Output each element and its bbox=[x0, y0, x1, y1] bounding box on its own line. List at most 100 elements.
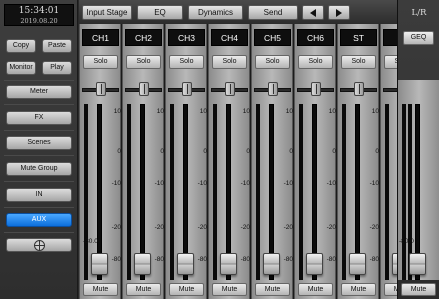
solo-button[interactable]: Solo bbox=[298, 55, 333, 69]
level-meter bbox=[84, 104, 88, 280]
solo-button[interactable]: Solo bbox=[83, 55, 118, 69]
scale-label: 10 bbox=[285, 108, 293, 115]
scale-label: 0 bbox=[375, 148, 379, 155]
master-meter-l bbox=[402, 104, 406, 280]
level-meter bbox=[213, 104, 217, 280]
mute-button[interactable]: Mute bbox=[384, 283, 397, 296]
scale-label: -80 bbox=[197, 256, 207, 263]
tab-eq[interactable]: EQ bbox=[137, 5, 183, 20]
pan-knob[interactable] bbox=[311, 82, 321, 96]
scale-label: -20 bbox=[326, 224, 336, 231]
clock-display: 15:34:01 2019.08.20 bbox=[4, 4, 74, 26]
mute-button[interactable]: Mute bbox=[255, 283, 290, 296]
scale-label: -80 bbox=[111, 256, 121, 263]
scale-label: 10 bbox=[156, 108, 164, 115]
mute-button[interactable]: Mute bbox=[341, 283, 376, 296]
next-button[interactable] bbox=[328, 5, 350, 20]
channel-name[interactable]: P bbox=[383, 29, 397, 46]
solo-button[interactable]: Solo bbox=[255, 55, 290, 69]
mute-button[interactable]: Mute bbox=[212, 283, 247, 296]
scale-label: -20 bbox=[154, 224, 164, 231]
pan-track[interactable] bbox=[383, 88, 397, 92]
channel-strip: CH1 Solo 10 0 -10 -20 -80 -80.0 Mute bbox=[79, 24, 121, 299]
scale-label: 0 bbox=[117, 148, 121, 155]
channel-name[interactable]: ST bbox=[340, 29, 377, 46]
pan-knob[interactable] bbox=[225, 82, 235, 96]
scale-label: -80 bbox=[326, 256, 336, 263]
scale-label: -20 bbox=[111, 224, 121, 231]
mute-button[interactable]: Mute bbox=[169, 283, 204, 296]
fader-cap[interactable] bbox=[306, 253, 323, 276]
channel-strip: CH2 Solo 10 0 -10 -20 -80 Mute bbox=[122, 24, 164, 299]
scenes-button[interactable]: Scenes bbox=[6, 136, 72, 150]
channel-strip: CH5 Solo 10 0 -10 -20 -80 Mute bbox=[251, 24, 293, 299]
scale-label: -10 bbox=[154, 180, 164, 187]
pan-knob[interactable] bbox=[354, 82, 364, 96]
divider bbox=[4, 130, 74, 131]
solo-button[interactable]: Solo bbox=[126, 55, 161, 69]
channel-name[interactable]: CH1 bbox=[82, 29, 119, 46]
master-fader-cap[interactable] bbox=[409, 253, 426, 276]
fader-cap[interactable] bbox=[177, 253, 194, 276]
fader-cap[interactable] bbox=[220, 253, 237, 276]
channel-strip: ST Solo 10 0 -10 -20 -80 Mute bbox=[337, 24, 379, 299]
channel-name[interactable]: CH6 bbox=[297, 29, 334, 46]
divider bbox=[4, 155, 74, 156]
fader-cap[interactable] bbox=[349, 253, 366, 276]
pan-knob[interactable] bbox=[182, 82, 192, 96]
solo-button[interactable]: Solo bbox=[169, 55, 204, 69]
master-name: L/R bbox=[411, 8, 427, 18]
divider bbox=[4, 80, 74, 81]
channel-name[interactable]: CH2 bbox=[125, 29, 162, 46]
scale-label: 0 bbox=[332, 148, 336, 155]
scale-label: 0 bbox=[289, 148, 293, 155]
fader-value: -80.0 bbox=[83, 238, 98, 245]
channel-name[interactable]: CH5 bbox=[254, 29, 291, 46]
fader-cap[interactable] bbox=[91, 253, 108, 276]
arrow-left-icon bbox=[310, 8, 316, 17]
tab-dynamics[interactable]: Dynamics bbox=[188, 5, 243, 20]
channel-name[interactable]: CH3 bbox=[168, 29, 205, 46]
solo-button[interactable]: Solo bbox=[384, 55, 397, 69]
channel-name[interactable]: CH4 bbox=[211, 29, 248, 46]
play-button[interactable]: Play bbox=[42, 61, 72, 75]
solo-button[interactable]: Solo bbox=[212, 55, 247, 69]
scale-label: 0 bbox=[160, 148, 164, 155]
aux-button[interactable]: AUX bbox=[6, 213, 72, 227]
mute-button[interactable]: Mute bbox=[83, 283, 118, 296]
channel-strip: CH4 Solo 10 0 -10 -20 -80 Mute bbox=[208, 24, 250, 299]
solo-button[interactable]: Solo bbox=[341, 55, 376, 69]
pan-knob[interactable] bbox=[96, 82, 106, 96]
mute-group-button[interactable]: Mute Group bbox=[6, 162, 72, 176]
paste-button[interactable]: Paste bbox=[42, 39, 72, 53]
in-button[interactable]: IN bbox=[6, 188, 72, 202]
master-fader-value: -80.0 bbox=[399, 238, 414, 245]
level-meter bbox=[127, 104, 131, 280]
arrow-right-icon bbox=[336, 8, 342, 17]
fx-button[interactable]: FX bbox=[6, 111, 72, 125]
pan-knob[interactable] bbox=[139, 82, 149, 96]
crosshair-button[interactable] bbox=[6, 238, 72, 252]
scale-label: 10 bbox=[113, 108, 121, 115]
fader-cap[interactable] bbox=[263, 253, 280, 276]
previous-button[interactable] bbox=[302, 5, 324, 20]
clock-time: 15:34:01 bbox=[18, 6, 60, 16]
mute-button[interactable]: Mute bbox=[126, 283, 161, 296]
channel-strips: CH1 Solo 10 0 -10 -20 -80 -80.0 Mute CH2 Solo 10 0 -1… bbox=[79, 24, 397, 299]
divider bbox=[4, 207, 74, 208]
tab-input-stage[interactable]: Input Stage bbox=[82, 5, 132, 20]
master-mute-button[interactable]: Mute bbox=[401, 283, 436, 296]
copy-button[interactable]: Copy bbox=[6, 39, 36, 53]
scale-label: 0 bbox=[246, 148, 250, 155]
meter-button[interactable]: Meter bbox=[6, 85, 72, 99]
top-tab-bar: Input Stage EQ Dynamics Send bbox=[79, 0, 397, 24]
scale-label: 0 bbox=[203, 148, 207, 155]
tab-send[interactable]: Send bbox=[248, 5, 298, 20]
geq-button[interactable]: GEQ bbox=[403, 31, 434, 45]
fader-cap[interactable] bbox=[134, 253, 151, 276]
monitor-button[interactable]: Monitor bbox=[6, 61, 36, 75]
scale-label: -20 bbox=[197, 224, 207, 231]
mute-button[interactable]: Mute bbox=[298, 283, 333, 296]
pan-knob[interactable] bbox=[268, 82, 278, 96]
divider bbox=[4, 232, 74, 233]
